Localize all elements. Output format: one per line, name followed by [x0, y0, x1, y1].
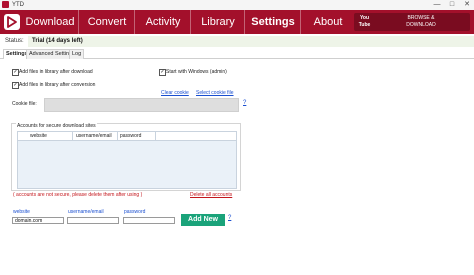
subtab-log[interactable]: Log — [69, 49, 85, 59]
delete-all-accounts-link[interactable]: Delete all accounts — [190, 192, 232, 198]
cookie-file-label: Cookie file: — [12, 101, 37, 107]
start-with-windows-checkbox[interactable]: ✓ — [159, 69, 166, 76]
column-divider — [117, 132, 118, 140]
form-help-link[interactable]: ? — [228, 215, 231, 221]
column-password[interactable]: password — [120, 133, 141, 139]
title-bar: YTD — □ ✕ — [0, 0, 474, 10]
badge-text: BROWSE & DOWNLOAD — [376, 15, 466, 29]
column-username[interactable]: username/email — [76, 133, 112, 139]
website-input[interactable]: domain.com — [12, 217, 64, 224]
badge-line2: DOWNLOAD — [406, 22, 436, 28]
accounts-table-header: website username/email password — [18, 132, 236, 141]
website-label: website — [13, 209, 30, 215]
accounts-warning: ( accounts are not secure, please delete… — [13, 192, 143, 198]
accounts-table[interactable]: website username/email password — [17, 131, 237, 189]
add-new-button[interactable]: Add New — [181, 214, 225, 226]
minimize-button[interactable]: — — [430, 0, 444, 10]
window-title: YTD — [12, 2, 24, 8]
select-cookie-file-link[interactable]: Select cookie file — [196, 90, 234, 96]
status-row: Status: Trial (14 days left) — [0, 36, 474, 47]
password-input[interactable] — [123, 217, 175, 224]
tab-library[interactable]: Library — [190, 10, 245, 34]
status-value: Trial (14 days left) — [32, 38, 83, 44]
column-website[interactable]: website — [30, 133, 47, 139]
main-nav: Download Convert Activity Library Settin… — [0, 10, 474, 34]
close-button[interactable]: ✕ — [460, 0, 474, 10]
status-label: Status: — [5, 38, 24, 44]
tab-activity[interactable]: Activity — [134, 10, 191, 34]
add-after-download-checkbox[interactable]: ✓ — [12, 69, 19, 76]
tab-about[interactable]: About — [300, 10, 355, 34]
add-after-conversion-label: Add files in library after conversion — [19, 82, 96, 88]
clear-cookie-link[interactable]: Clear cookie — [161, 90, 189, 96]
tab-settings[interactable]: Settings — [244, 10, 301, 34]
password-label: password — [124, 209, 146, 215]
username-label: username/email — [68, 209, 104, 215]
tab-convert[interactable]: Convert — [78, 10, 135, 34]
status-value-box: Trial (14 days left) — [28, 36, 474, 47]
maximize-button[interactable]: □ — [445, 0, 459, 10]
accounts-group: Accounts for secure download sites websi… — [11, 123, 241, 191]
start-with-windows-label: Start with Windows (admin) — [166, 69, 227, 75]
accounts-legend: Accounts for secure download sites — [16, 123, 97, 129]
tab-download[interactable]: Download — [22, 10, 78, 34]
app-icon — [2, 1, 9, 8]
ytd-logo-icon — [4, 14, 20, 30]
add-after-conversion-checkbox[interactable]: ✓ — [12, 82, 19, 89]
cookie-help-link[interactable]: ? — [243, 100, 246, 106]
column-divider — [72, 132, 73, 140]
browse-download-button[interactable]: You Tube BROWSE & DOWNLOAD — [354, 13, 470, 31]
username-input[interactable] — [67, 217, 119, 224]
youtube-logo-icon: You Tube — [358, 15, 371, 28]
badge-line1: BROWSE & — [407, 15, 435, 21]
settings-subtabs: Settings Advanced Settings Log — [0, 49, 474, 59]
add-after-download-label: Add files in library after download — [19, 69, 93, 75]
column-divider — [155, 132, 156, 140]
cookie-file-field[interactable] — [44, 98, 239, 112]
